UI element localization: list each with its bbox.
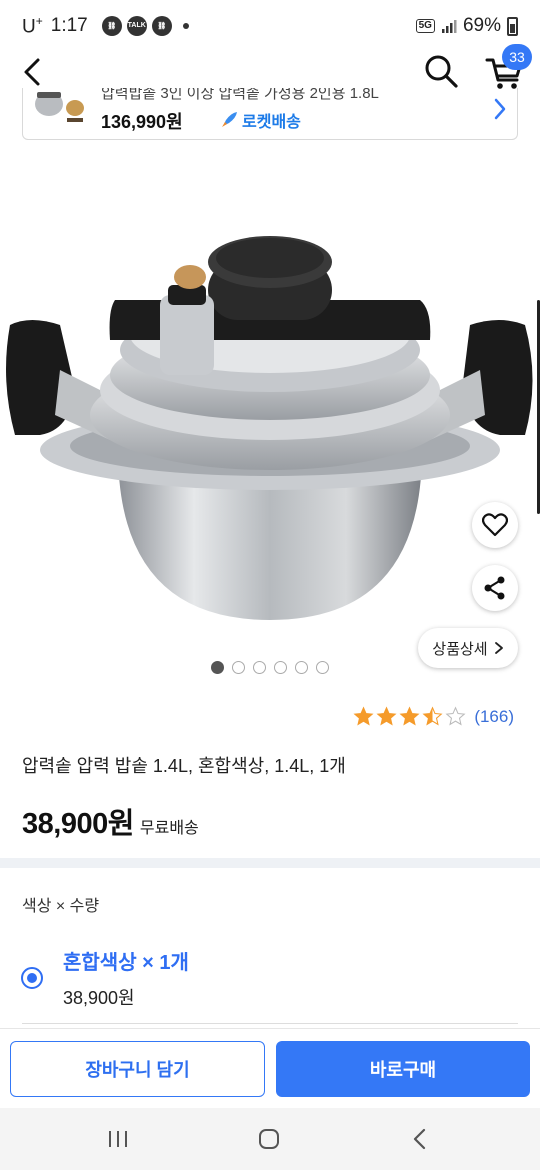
star-icon xyxy=(353,706,374,726)
selected-option-name[interactable]: 혼합색상 × 1개 xyxy=(63,946,189,975)
talk-icon: TALK xyxy=(126,15,147,36)
section-divider xyxy=(0,858,540,868)
gallery-dot[interactable] xyxy=(232,661,245,674)
rocket-delivery-label: 로켓배송 xyxy=(219,108,301,132)
battery-percent: 69% xyxy=(462,15,501,36)
system-back-button[interactable] xyxy=(400,1124,440,1154)
home-icon xyxy=(259,1129,279,1149)
star-rating xyxy=(353,706,466,727)
rating-summary[interactable]: (166) xyxy=(353,706,514,727)
battery-icon xyxy=(507,16,518,36)
product-detail-button[interactable]: 상품상세 xyxy=(418,628,518,668)
carrier-label: U+ xyxy=(22,13,43,38)
gallery-pagination xyxy=(211,661,329,674)
star-icon xyxy=(445,706,466,726)
related-product-title: 압력밥솥 3인 이상 압력솥 가정용 2인용 1.8L xyxy=(101,88,379,102)
product-price: 38,900원 xyxy=(22,808,134,840)
gallery-dot[interactable] xyxy=(253,661,266,674)
review-count[interactable]: (166) xyxy=(474,707,514,727)
related-product-thumbnail xyxy=(35,92,84,122)
divider xyxy=(22,1023,518,1024)
star-icon xyxy=(399,706,420,726)
related-product-banner[interactable]: 압력밥솥 3인 이상 압력솥 가정용 2인용 1.8L 136,990원 로켓배… xyxy=(22,88,518,140)
clock: 1:17 xyxy=(50,14,88,36)
heart-icon xyxy=(482,513,508,537)
gallery-dot[interactable] xyxy=(295,661,308,674)
cart-count-badge: 33 xyxy=(502,44,532,70)
add-to-cart-button[interactable]: 장바구니 담기 xyxy=(10,1041,265,1097)
notification-icons: ⛓ TALK ⛓ xyxy=(101,15,189,36)
rocket-icon xyxy=(222,112,237,127)
status-left: U+ 1:17 ⛓ TALK ⛓ xyxy=(22,14,189,38)
related-product-price: 136,990원 xyxy=(101,112,183,132)
search-button[interactable] xyxy=(422,52,460,90)
share-icon xyxy=(484,576,505,600)
link-icon: ⛓ xyxy=(101,15,122,36)
share-button[interactable] xyxy=(472,565,518,611)
price-block: 38,900원 무료배송 xyxy=(22,800,199,842)
wishlist-button[interactable] xyxy=(472,502,518,548)
shipping-label: 무료배송 xyxy=(139,820,199,837)
gallery-dot[interactable] xyxy=(211,661,224,674)
recent-apps-icon xyxy=(109,1131,127,1147)
buy-now-button[interactable]: 바로구매 xyxy=(276,1041,530,1097)
signal-icon xyxy=(441,20,457,33)
back-icon xyxy=(24,58,40,86)
search-icon xyxy=(425,55,458,88)
back-button[interactable] xyxy=(18,54,50,90)
purchase-action-bar: 장바구니 담기 바로구매 xyxy=(0,1028,540,1108)
network-badge: 5G xyxy=(415,19,435,33)
back-icon xyxy=(413,1128,426,1150)
status-right: 5G 69% xyxy=(415,15,518,37)
home-button[interactable] xyxy=(249,1124,289,1154)
status-bar: U+ 1:17 ⛓ TALK ⛓ 5G 69% xyxy=(0,0,540,52)
option-radio-selected[interactable] xyxy=(21,967,43,989)
chevron-right-icon xyxy=(494,642,503,654)
more-notifications-icon xyxy=(182,22,189,29)
gallery-dot[interactable] xyxy=(316,661,329,674)
selected-option-price: 38,900원 xyxy=(63,988,135,1008)
system-navigation-bar xyxy=(0,1108,540,1170)
link-icon: ⛓ xyxy=(151,15,172,36)
pressure-cooker-image xyxy=(6,236,533,620)
chevron-right-icon xyxy=(494,98,506,120)
star-icon xyxy=(422,706,443,726)
star-icon xyxy=(376,706,397,726)
product-image-gallery[interactable] xyxy=(0,150,540,680)
product-title: 압력솥 압력 밥솥 1.4L, 혼합색상, 1.4L, 1개 xyxy=(22,756,346,776)
recent-apps-button[interactable] xyxy=(98,1124,138,1154)
gallery-dot[interactable] xyxy=(274,661,287,674)
option-label: 색상 × 수량 xyxy=(22,898,100,915)
